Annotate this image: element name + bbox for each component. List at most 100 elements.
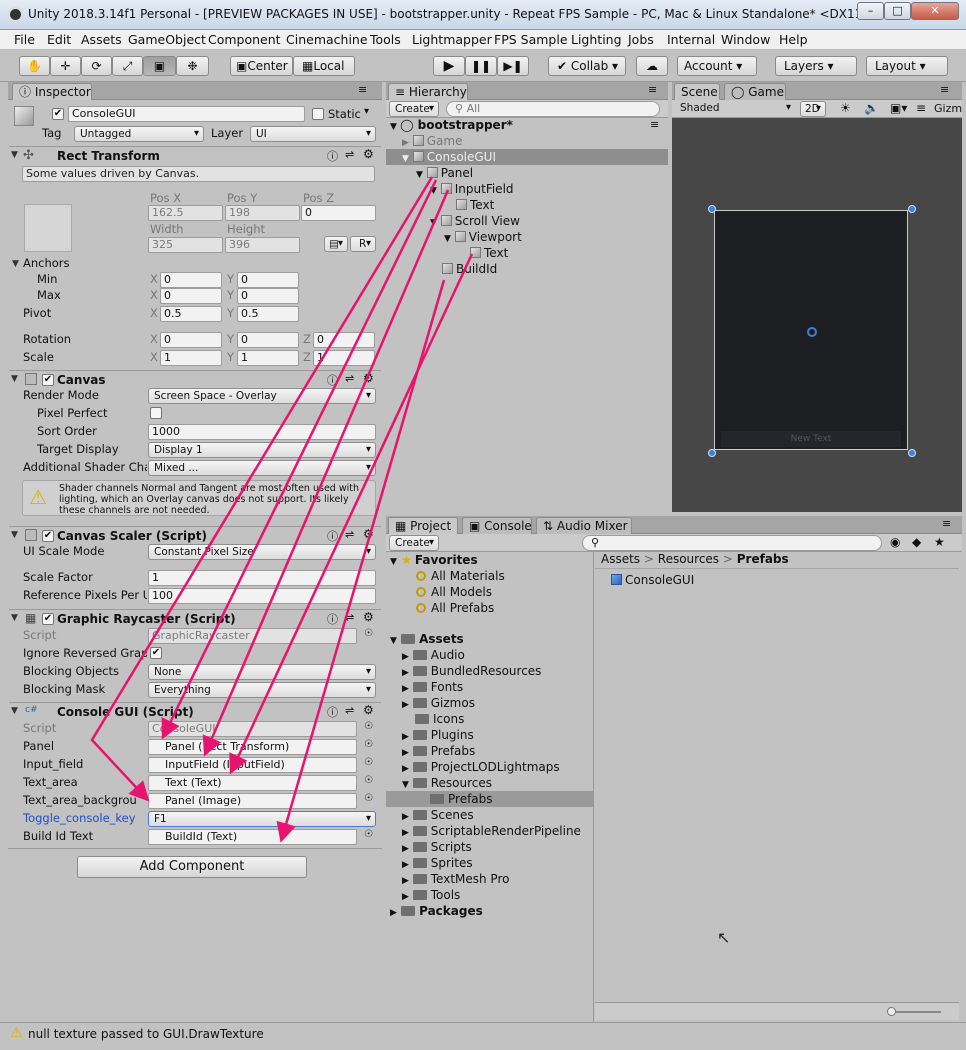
assets-row[interactable]: ▼ Assets bbox=[390, 631, 464, 647]
hierarchy-item-consolegui[interactable]: ▼ ConsoleGUI bbox=[386, 149, 668, 165]
object-picker-icon[interactable]: ☉ bbox=[364, 757, 373, 768]
rotate-tool-icon[interactable]: ⟳ bbox=[81, 56, 112, 76]
object-picker-icon[interactable]: ☉ bbox=[364, 721, 373, 732]
build-id-text-field[interactable]: BuildId (Text) bbox=[148, 829, 357, 845]
anchor-max-x-field[interactable]: 0 bbox=[160, 288, 222, 304]
static-checkbox[interactable] bbox=[312, 108, 324, 120]
minimize-button[interactable]: – bbox=[857, 2, 884, 20]
sort-order-field[interactable]: 1000 bbox=[148, 424, 376, 440]
folder-textmesh-pro[interactable]: ▶ TextMesh Pro bbox=[402, 871, 509, 887]
rect-handle-bottom-left[interactable] bbox=[708, 449, 716, 457]
hierarchy-item-game[interactable]: ▶ Game bbox=[402, 133, 462, 149]
folder-scenes[interactable]: ▶ Scenes bbox=[402, 807, 474, 823]
status-bar[interactable]: ⚠ null texture passed to GUI.DrawTexture bbox=[0, 1022, 966, 1044]
target-display-dropdown[interactable]: Display 1 bbox=[148, 442, 376, 458]
hierarchy-item-panel[interactable]: ▼ Panel bbox=[416, 165, 473, 181]
filter-label-icon[interactable]: ◆ bbox=[912, 535, 921, 549]
menu-lightmapper[interactable]: Lightmapper bbox=[412, 32, 492, 47]
menu-internal[interactable]: Internal bbox=[667, 32, 715, 47]
layers-dropdown[interactable]: Layers ▾ bbox=[775, 56, 857, 76]
folder-resources[interactable]: ▼ Resources bbox=[402, 775, 492, 791]
shader-channels-dropdown[interactable]: Mixed ... bbox=[148, 460, 376, 476]
account-dropdown[interactable]: Account ▾ bbox=[677, 56, 757, 76]
pivot-y-field[interactable]: 0.5 bbox=[237, 306, 299, 322]
collab-dropdown[interactable]: ✔ Collab ▾ bbox=[548, 56, 626, 76]
panel-menu-icon[interactable]: ≡ bbox=[942, 517, 951, 530]
audio-icon[interactable]: 🔈 bbox=[864, 101, 879, 115]
anchors-fold-icon[interactable]: ▼ bbox=[12, 259, 19, 269]
panel-menu-icon[interactable]: ≡ bbox=[358, 83, 367, 96]
presets-icon[interactable]: ⇌ bbox=[345, 528, 354, 541]
object-picker-icon[interactable]: ☉ bbox=[364, 739, 373, 750]
scale-tool-icon[interactable]: ⤢ bbox=[112, 56, 143, 76]
canvas-scaler-enabled-checkbox[interactable]: ✔ bbox=[42, 530, 54, 542]
canvas-scaler-header[interactable]: ▼ ✔ Canvas Scaler (Script) ⓘ ⇌ ⚙ bbox=[9, 526, 381, 544]
menu-help[interactable]: Help bbox=[779, 32, 808, 47]
object-name-field[interactable]: ConsoleGUI bbox=[68, 106, 305, 122]
panel-menu-icon[interactable]: ≡ bbox=[940, 83, 949, 96]
presets-icon[interactable]: ⇌ bbox=[345, 704, 354, 717]
maximize-button[interactable]: □ bbox=[884, 2, 911, 20]
move-tool-icon[interactable]: ✛ bbox=[50, 56, 81, 76]
tab-inspector[interactable]: ⓘ Inspector bbox=[12, 83, 92, 100]
object-picker-icon[interactable]: ☉ bbox=[364, 775, 373, 786]
menu-jobs[interactable]: Jobs bbox=[628, 32, 654, 47]
help-icon[interactable]: ⓘ bbox=[327, 611, 338, 627]
gizmos-dropdown[interactable]: Gizm bbox=[934, 102, 962, 115]
rotation-x-field[interactable]: 0 bbox=[160, 332, 222, 348]
2d-toggle[interactable]: 2D bbox=[800, 101, 826, 117]
zoom-slider-thumb[interactable] bbox=[887, 1007, 896, 1016]
favorites-row[interactable]: ▼ ★ Favorites bbox=[390, 552, 478, 568]
cloud-icon[interactable]: ☁ bbox=[636, 56, 668, 76]
menu-window[interactable]: Window bbox=[721, 32, 770, 47]
ignore-reversed-checkbox[interactable]: ✔ bbox=[150, 647, 162, 659]
hand-tool-icon[interactable]: ✋ bbox=[19, 56, 50, 76]
folder-plugins[interactable]: ▶ Plugins bbox=[402, 727, 474, 743]
visibility-icon[interactable]: ≡ bbox=[916, 101, 926, 115]
reference-pixels-field[interactable]: 100 bbox=[148, 588, 376, 604]
canvas-header[interactable]: ▼ ✔ Canvas ⓘ ⇌ ⚙ bbox=[9, 370, 381, 388]
blocking-mask-dropdown[interactable]: Everything bbox=[148, 682, 376, 698]
hierarchy-item-text[interactable]: Text bbox=[470, 245, 508, 261]
scene-menu-icon[interactable]: ≡ bbox=[650, 117, 659, 133]
help-icon[interactable]: ⓘ bbox=[327, 528, 338, 544]
transform-tool-icon[interactable]: ❉ bbox=[176, 56, 209, 76]
pos-x-field[interactable]: 162.5 bbox=[148, 205, 223, 221]
pixel-perfect-checkbox[interactable] bbox=[150, 407, 162, 419]
rect-transform-header[interactable]: ▼ ✣ Rect Transform ⓘ ⇌ ⚙ bbox=[9, 146, 381, 164]
tag-dropdown[interactable]: Untagged bbox=[74, 126, 204, 142]
play-button[interactable]: ▶ bbox=[433, 56, 465, 76]
menu-file[interactable]: File bbox=[14, 32, 35, 47]
help-icon[interactable]: ⓘ bbox=[327, 372, 338, 388]
close-button[interactable]: ✕ bbox=[911, 2, 959, 20]
folder-fonts[interactable]: ▶ Fonts bbox=[402, 679, 463, 695]
menu-lighting[interactable]: Lighting bbox=[571, 32, 622, 47]
graphic-raycaster-header[interactable]: ▼ ▦ ✔ Graphic Raycaster (Script) ⓘ ⇌ ⚙ bbox=[9, 609, 381, 627]
packages-row[interactable]: ▶ Packages bbox=[390, 903, 483, 919]
step-button[interactable]: ▶❚ bbox=[497, 56, 529, 76]
fav-all-models[interactable]: All Models bbox=[416, 584, 492, 600]
rotation-y-field[interactable]: 0 bbox=[237, 332, 299, 348]
raw-edit-button[interactable]: R bbox=[350, 236, 376, 252]
object-picker-icon[interactable]: ☉ bbox=[364, 793, 373, 804]
object-picker-icon[interactable]: ☉ bbox=[364, 829, 373, 840]
text-area-background-field[interactable]: Panel (Image) bbox=[148, 793, 357, 809]
hierarchy-create-dropdown[interactable]: Create bbox=[389, 101, 439, 117]
rect-handle-bottom-right[interactable] bbox=[908, 449, 916, 457]
folder-icons[interactable]: Icons bbox=[415, 711, 464, 727]
pivot-handle-icon[interactable] bbox=[807, 327, 817, 337]
presets-icon[interactable]: ⇌ bbox=[345, 372, 354, 385]
fav-all-materials[interactable]: All Materials bbox=[416, 568, 505, 584]
folder-bundledresources[interactable]: ▶ BundledResources bbox=[402, 663, 541, 679]
tab-project[interactable]: ▦ Project bbox=[388, 517, 458, 534]
active-checkbox[interactable]: ✔ bbox=[52, 108, 64, 120]
folder-sprites[interactable]: ▶ Sprites bbox=[402, 855, 473, 871]
pivot-x-field[interactable]: 0.5 bbox=[160, 306, 222, 322]
hierarchy-item-viewport[interactable]: ▼ Viewport bbox=[444, 229, 522, 245]
panel-menu-icon[interactable]: ≡ bbox=[648, 83, 657, 96]
pause-button[interactable]: ❚❚ bbox=[465, 56, 497, 76]
panel-field[interactable]: Panel (Rect Transform) bbox=[148, 739, 357, 755]
menu-fps-sample[interactable]: FPS Sample bbox=[494, 32, 568, 47]
blocking-objects-dropdown[interactable]: None bbox=[148, 664, 376, 680]
hierarchy-item-scroll-view[interactable]: ▼ Scroll View bbox=[430, 213, 520, 229]
